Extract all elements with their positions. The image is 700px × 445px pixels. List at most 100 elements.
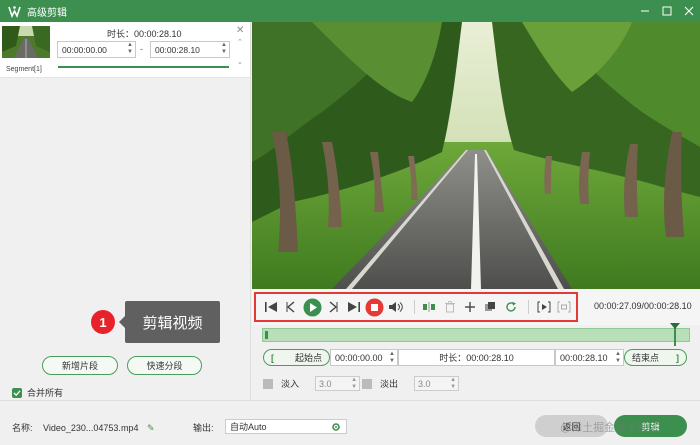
set-start-point-button[interactable]: [ 起始点 <box>263 349 330 366</box>
gear-icon[interactable] <box>331 422 341 432</box>
segment-start-time-field[interactable]: 00:00:00.00 ▲ ▼ <box>57 41 136 58</box>
trim-start-time-field[interactable]: 00:00:00.00 ▲ ▼ <box>330 349 398 366</box>
fade-out-checkbox[interactable] <box>362 378 372 389</box>
fade-out-duration-field[interactable]: 3.0 ▲ ▼ <box>414 376 460 391</box>
fade-in-checkbox[interactable] <box>263 378 273 389</box>
segment-range-bar <box>58 66 229 68</box>
output-label: 输出: <box>193 423 214 433</box>
skip-to-start-icon <box>264 302 277 312</box>
annotation-number-badge: 1 <box>91 310 115 334</box>
video-preview[interactable] <box>252 22 700 289</box>
fade-in-spinner-icon[interactable]: ▲ ▼ <box>351 377 357 391</box>
copy-button[interactable] <box>482 298 499 317</box>
right-bracket-icon: ] <box>676 352 679 363</box>
end-time-spinner-icon[interactable]: ▲ ▼ <box>221 42 227 56</box>
advanced-edit-window: 高级剪辑 Segment[1] 时长：00:00:28.10 00:00:00.… <box>0 0 700 445</box>
file-name-row: 名称: Video_230...04753.mp4 ✎ <box>12 421 155 434</box>
trim-start-spinner-icon[interactable]: ▲ ▼ <box>389 351 395 365</box>
new-segment-button[interactable]: 新增片段 <box>42 356 118 375</box>
trim-end-time-field[interactable]: 00:00:28.10 ▲ ▼ <box>555 349 624 366</box>
go-to-end-button[interactable] <box>345 298 362 317</box>
maximize-icon <box>662 6 672 16</box>
trim-duration-text: 时长：00:00:28.10 <box>439 353 514 363</box>
playback-controls-highlight <box>254 292 578 322</box>
fade-out-control: 淡出 3.0 ▲ ▼ <box>362 376 460 391</box>
next-frame-button[interactable] <box>325 298 342 317</box>
set-end-point-button[interactable]: 结束点 ] <box>624 349 687 366</box>
trim-end-spinner-icon[interactable]: ▲ ▼ <box>615 351 621 365</box>
trim-row: [ 起始点 00:00:00.00 ▲ ▼ 时长：00:00:28.10 00:0… <box>263 349 687 366</box>
preview-segment-button[interactable] <box>535 298 552 317</box>
move-segment-up-icon[interactable]: ⌃ <box>237 38 243 46</box>
fade-in-label: 淡入 <box>281 379 300 389</box>
end-point-label: 结束点 <box>632 353 660 363</box>
minimize-button[interactable] <box>634 0 656 22</box>
fade-in-value: 3.0 <box>319 378 332 389</box>
merge-all-checkbox[interactable]: 合并所有 <box>12 386 63 399</box>
checkbox-checked-icon <box>12 387 22 398</box>
volume-icon <box>389 302 403 312</box>
delete-button[interactable] <box>441 298 458 317</box>
playhead[interactable] <box>670 323 680 346</box>
add-button[interactable] <box>461 298 478 317</box>
playback-controls-bar: 00:00:27.09/00:00:28.10 <box>252 289 700 325</box>
remove-segment-icon[interactable]: ✕ <box>236 25 244 36</box>
go-to-start-button[interactable] <box>262 298 279 317</box>
segment-thumbnail <box>2 26 50 58</box>
output-value: 自动Auto <box>230 422 267 432</box>
annotation-callout: 剪辑视频 <box>119 301 220 343</box>
stop-button[interactable] <box>365 298 384 317</box>
minimize-icon <box>641 10 649 12</box>
trim-end-time-value: 00:00:28.10 <box>560 352 608 363</box>
time-separator: - <box>140 44 143 54</box>
refresh-icon <box>506 301 516 312</box>
segment-start-time-value: 00:00:00.00 <box>62 44 107 55</box>
play-button[interactable] <box>303 298 322 317</box>
plus-icon <box>464 302 475 312</box>
previous-frame-button[interactable] <box>282 298 299 317</box>
trim-duration-display: 时长：00:00:28.10 <box>398 349 555 366</box>
start-time-spinner-icon[interactable]: ▲ ▼ <box>127 42 133 56</box>
rename-pencil-icon[interactable]: ✎ <box>147 423 155 433</box>
left-bracket-icon: [ <box>271 352 274 363</box>
timeline-start-handle[interactable] <box>265 331 268 339</box>
fade-in-duration-field[interactable]: 3.0 ▲ ▼ <box>315 376 361 391</box>
next-frame-icon <box>329 301 338 313</box>
snapshot-button[interactable] <box>556 298 573 317</box>
stop-icon <box>365 298 384 316</box>
segment-card[interactable]: Segment[1] 时长：00:00:28.10 00:00:00.00 ▲ ▼… <box>0 22 250 78</box>
bracket-play-icon <box>537 301 551 313</box>
fade-out-label: 淡出 <box>380 379 399 389</box>
segment-duration: 时长：00:00:28.10 <box>107 29 182 39</box>
close-button[interactable] <box>678 0 700 22</box>
timeline-track[interactable] <box>262 323 690 346</box>
segment-panel: Segment[1] 时长：00:00:28.10 00:00:00.00 ▲ ▼… <box>0 22 251 400</box>
segment-label: Segment[1] <box>6 66 42 73</box>
control-divider <box>528 300 530 314</box>
app-logo-icon <box>7 4 21 18</box>
video-frame-image <box>252 22 700 289</box>
reset-button[interactable] <box>502 298 519 317</box>
trim-start-time-value: 00:00:00.00 <box>335 352 383 363</box>
copy-icon <box>485 302 496 311</box>
time-readout: 00:00:27.09/00:00:28.10 <box>594 301 692 311</box>
frame-capture-icon <box>557 301 571 313</box>
fade-in-control: 淡入 3.0 ▲ ▼ <box>263 376 361 391</box>
skip-to-end-icon <box>347 302 360 312</box>
move-segment-down-icon[interactable]: ⌄ <box>237 58 243 66</box>
maximize-button[interactable] <box>656 0 678 22</box>
split-icon <box>423 302 436 312</box>
merge-all-label: 合并所有 <box>27 388 64 398</box>
window-title: 高级剪辑 <box>27 7 67 19</box>
volume-button[interactable] <box>387 298 404 317</box>
output-select[interactable]: 自动Auto <box>225 419 347 434</box>
file-name: Video_230...04753.mp4 <box>43 423 139 433</box>
fade-out-value: 3.0 <box>418 378 431 389</box>
quick-split-button[interactable]: 快速分段 <box>127 356 202 375</box>
segment-end-time-value: 00:00:28.10 <box>155 44 200 55</box>
trash-icon <box>444 301 455 313</box>
control-divider <box>413 300 415 314</box>
split-button[interactable] <box>421 298 438 317</box>
fade-out-spinner-icon[interactable]: ▲ ▼ <box>450 377 456 391</box>
segment-end-time-field[interactable]: 00:00:28.10 ▲ ▼ <box>150 41 230 58</box>
